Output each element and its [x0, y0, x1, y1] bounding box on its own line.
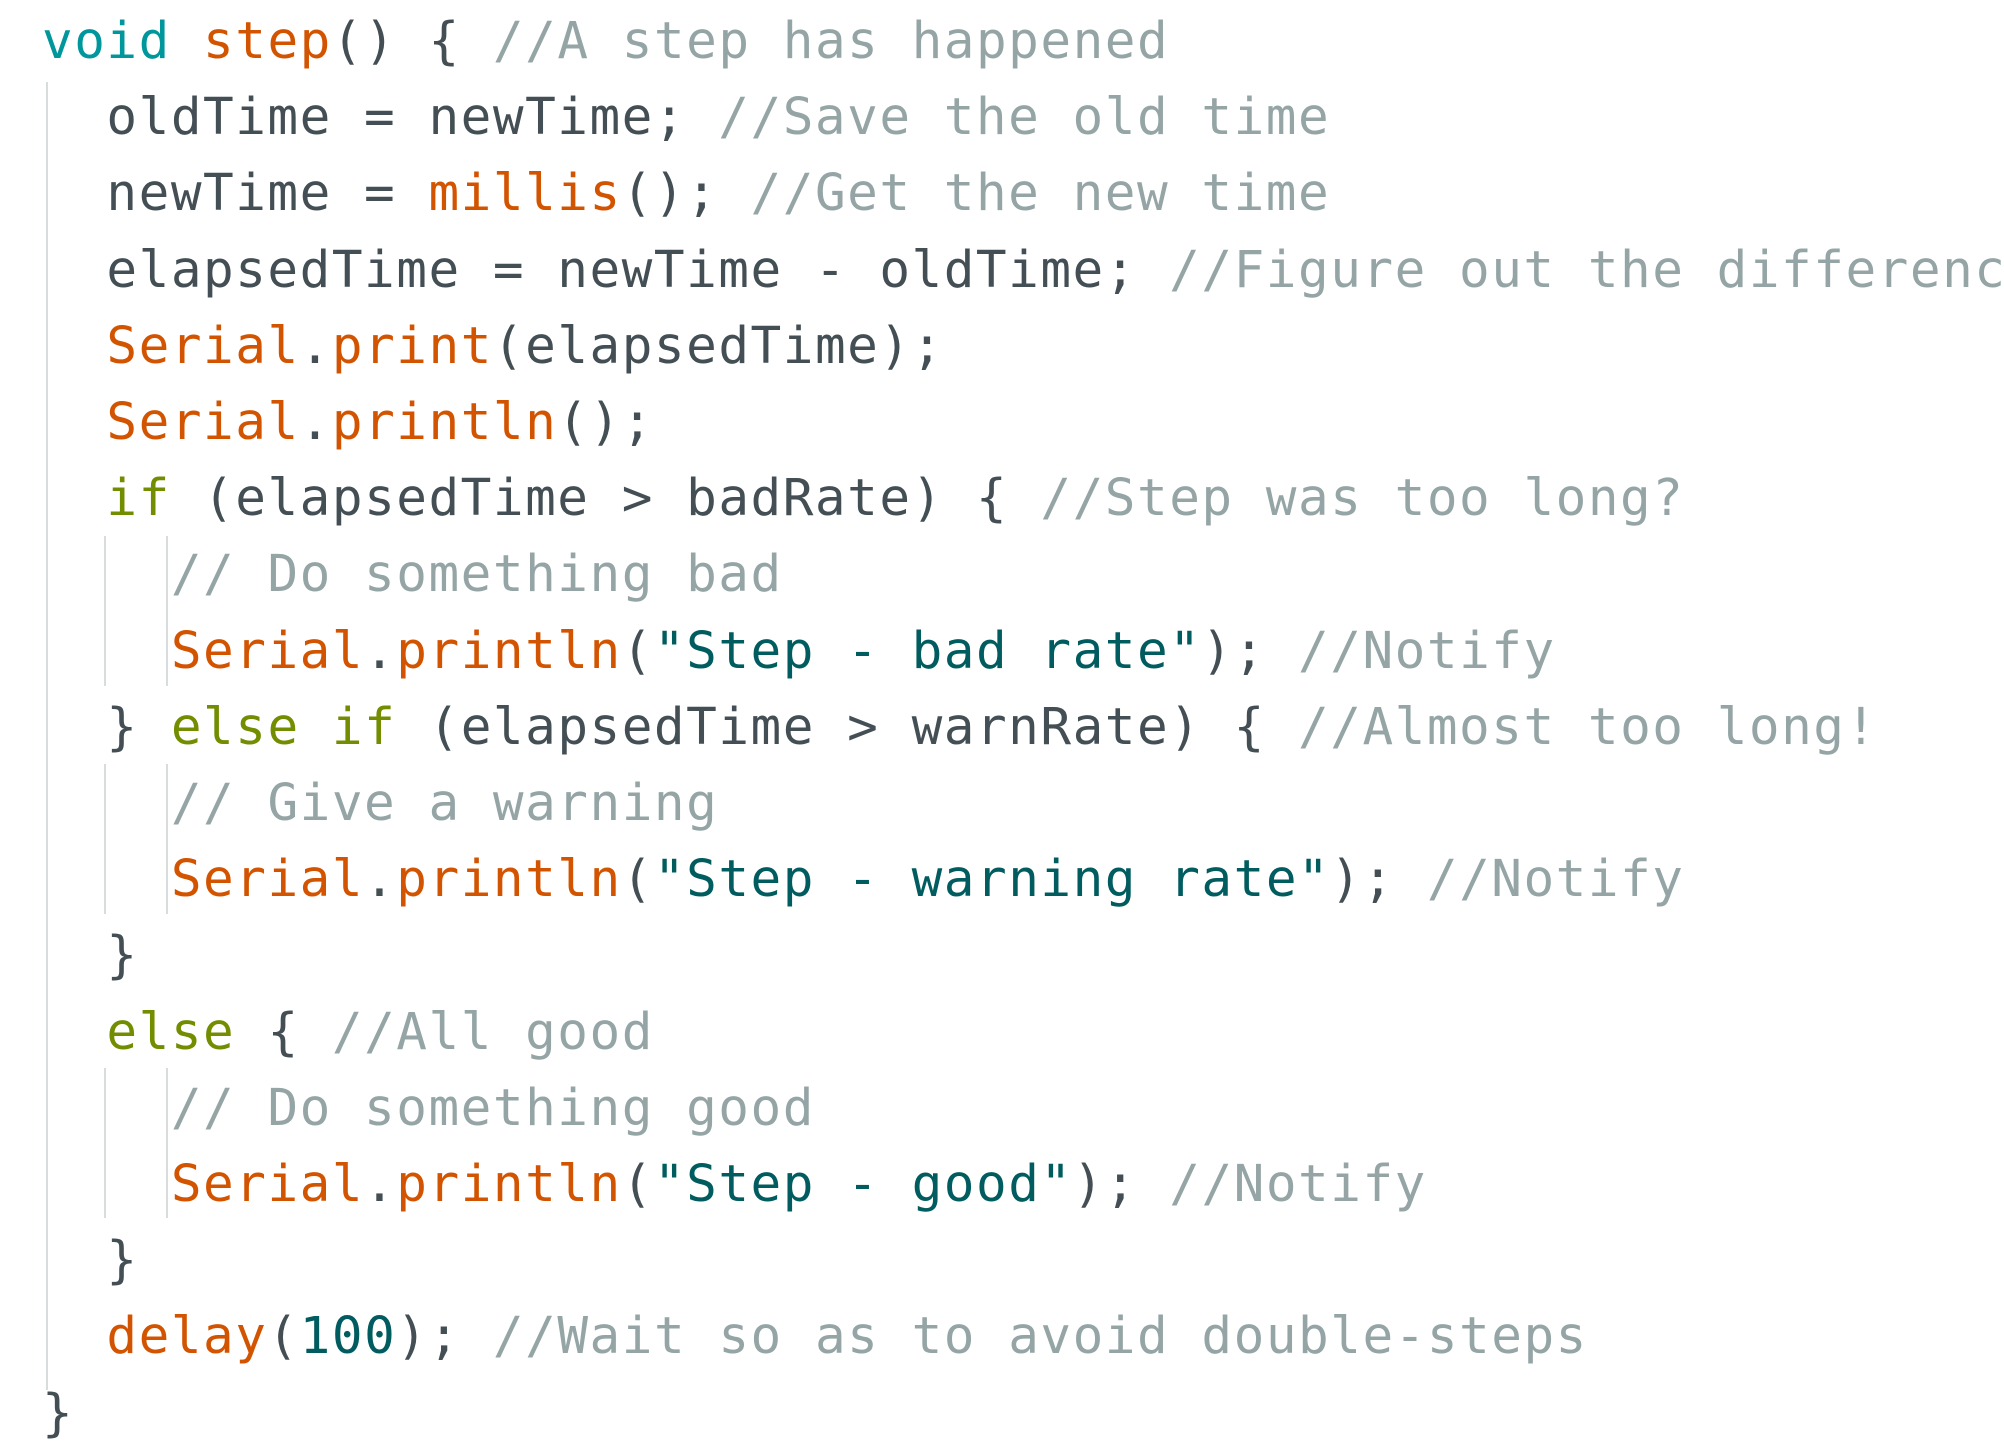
- code-token: void: [42, 12, 171, 71]
- code-token: if: [331, 697, 397, 757]
- code-line: if (elapsedTime > badRate) { //Step was …: [42, 461, 1684, 537]
- code-token: println: [396, 1155, 622, 1214]
- code-line: // Do something good: [42, 1071, 815, 1147]
- code-token: //Save the old time: [718, 88, 1331, 148]
- code-token: Serial: [106, 316, 300, 376]
- code-token: //Step was too long?: [1040, 469, 1685, 529]
- code-token: println: [396, 621, 622, 681]
- code-line: newTime = millis(); //Get the new time: [42, 156, 1330, 232]
- code-token: //Figure out the difference: [1169, 240, 2004, 300]
- code-line: // Give a warning: [42, 766, 718, 842]
- code-token: .: [364, 1155, 397, 1214]
- code-line: Serial.println("Step - bad rate"); //Not…: [42, 614, 1556, 690]
- code-token: elapsedTime = newTime - oldTime;: [42, 240, 1170, 300]
- code-token: Serial: [170, 1155, 365, 1214]
- code-token: (elapsedTime);: [492, 316, 944, 376]
- code-line: }: [42, 918, 139, 994]
- code-token: delay: [106, 1307, 268, 1367]
- code-token: Serial: [170, 621, 365, 681]
- code-token: }: [42, 1231, 139, 1291]
- code-token: "Step - bad rate": [653, 621, 1202, 681]
- code-token: .: [299, 393, 332, 452]
- code-editor[interactable]: void step() { //A step has happened oldT…: [0, 0, 2004, 1450]
- code-token: //Notify: [1298, 621, 1556, 681]
- code-token: //Notify: [1169, 1155, 1427, 1214]
- code-line: void step() { //A step has happened: [42, 4, 1169, 80]
- code-token: if: [106, 469, 171, 529]
- code-token: print: [331, 316, 493, 376]
- code-line: else { //All good: [42, 995, 654, 1071]
- code-token: step: [203, 12, 332, 71]
- code-token: .: [299, 316, 332, 376]
- code-token: (: [621, 850, 654, 910]
- code-token: println: [396, 850, 622, 910]
- code-line: // Do something bad: [42, 537, 783, 613]
- code-token: (: [621, 1155, 654, 1214]
- code-token: }: [42, 697, 171, 757]
- code-token: "Step - good": [653, 1155, 1073, 1214]
- code-token: //All good: [331, 1002, 654, 1062]
- code-line: }: [42, 1223, 139, 1299]
- code-token: ();: [557, 393, 654, 452]
- code-token: println: [331, 393, 558, 452]
- code-token: millis: [428, 164, 622, 224]
- code-token: //Notify: [1426, 850, 1685, 910]
- code-line: Serial.println("Step - warning rate"); /…: [42, 842, 1685, 918]
- code-token: //A step has happened: [492, 12, 1170, 71]
- code-line: Serial.print(elapsedTime);: [42, 309, 944, 385]
- code-token: () {: [331, 12, 493, 71]
- code-line: }: [42, 1376, 74, 1452]
- code-token: (elapsedTime > warnRate) {: [396, 697, 1299, 757]
- code-token: "Step - warning rate": [653, 850, 1331, 910]
- code-token: .: [364, 621, 397, 681]
- code-token: {: [235, 1002, 332, 1062]
- code-token: }: [42, 926, 139, 986]
- code-line: oldTime = newTime; //Save the old time: [42, 80, 1330, 156]
- code-token: );: [1072, 1155, 1170, 1214]
- code-token: .: [364, 850, 397, 910]
- code-token: Serial: [170, 850, 365, 910]
- code-line: } else if (elapsedTime > warnRate) { //A…: [42, 690, 1878, 766]
- code-line: Serial.println("Step - good"); //Notify: [42, 1147, 1427, 1223]
- code-line: Serial.println();: [42, 385, 654, 461]
- code-token: (: [621, 621, 654, 681]
- code-token: newTime =: [42, 164, 429, 224]
- code-token: Serial: [106, 393, 300, 452]
- code-token: // Do something bad: [170, 545, 783, 605]
- code-line: delay(100); //Wait so as to avoid double…: [42, 1299, 1588, 1375]
- code-token: );: [396, 1307, 493, 1367]
- code-token: oldTime = newTime;: [42, 88, 719, 148]
- code-token: }: [42, 1383, 75, 1443]
- code-token: //Get the new time: [750, 164, 1331, 224]
- code-token: else: [106, 1002, 236, 1062]
- code-token: 100: [299, 1307, 397, 1367]
- code-token: (elapsedTime > badRate) {: [170, 469, 1041, 529]
- code-token: (: [267, 1307, 300, 1367]
- code-token: // Do something good: [170, 1078, 815, 1138]
- code-token: );: [1330, 850, 1427, 910]
- code-token: );: [1201, 621, 1299, 681]
- code-token: //Wait so as to avoid double-steps: [492, 1307, 1588, 1367]
- code-token: // Give a warning: [170, 774, 719, 833]
- code-line: elapsedTime = newTime - oldTime; //Figur…: [42, 233, 2004, 309]
- code-token: else: [170, 697, 300, 757]
- code-token: ();: [621, 164, 751, 224]
- code-token: //Almost too long!: [1298, 697, 1878, 757]
